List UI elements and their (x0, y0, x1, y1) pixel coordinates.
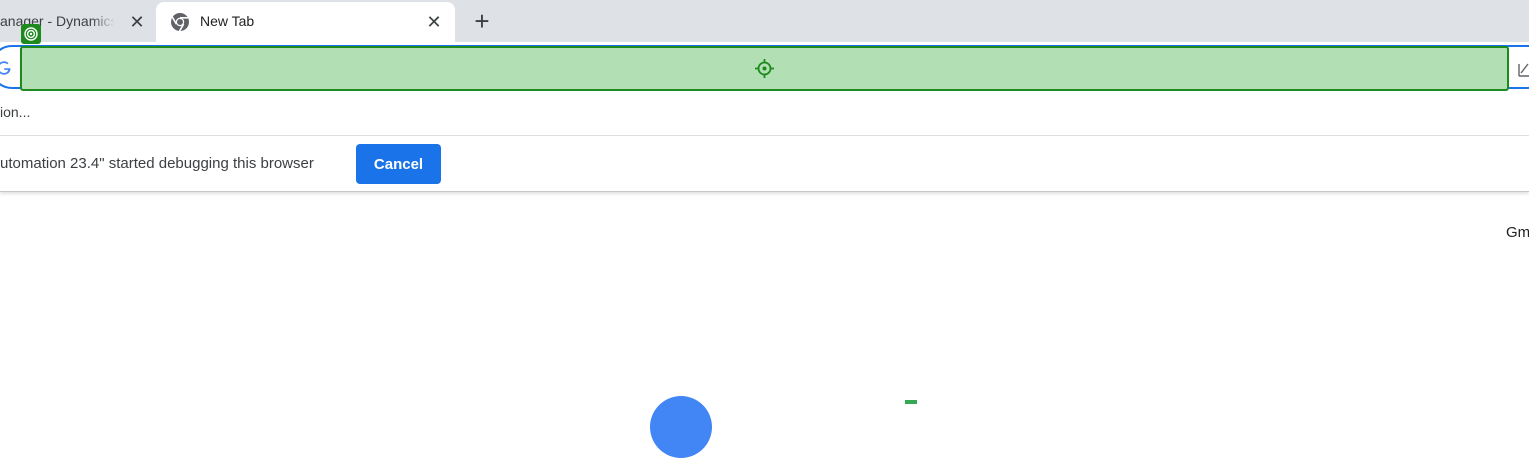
close-icon[interactable]: ✕ (127, 12, 147, 32)
target-marker-icon (21, 24, 41, 44)
tab-strip: anager - Dynamics ✕ New Tab ✕ + (0, 0, 1529, 42)
tab-new-tab[interactable]: New Tab ✕ (156, 2, 455, 42)
tab-title: anager - Dynamics (0, 13, 115, 29)
debugging-infobar: utomation 23.4" started debugging this b… (0, 136, 1529, 192)
bookmark-item[interactable]: ion... (0, 104, 30, 120)
infobar-message: utomation 23.4" started debugging this b… (0, 155, 314, 172)
cancel-button[interactable]: Cancel (356, 144, 441, 184)
tab-title: New Tab (200, 13, 255, 29)
crosshair-icon (755, 59, 774, 78)
gmail-link[interactable]: Gm (1506, 224, 1529, 241)
bookmark-bar: ion... (0, 92, 1529, 136)
chrome-icon (171, 13, 189, 32)
close-icon[interactable]: ✕ (424, 12, 444, 32)
edit-icon[interactable] (1517, 60, 1529, 78)
google-logo-fragment (650, 396, 712, 458)
google-g-icon (0, 61, 11, 75)
google-logo-fragment (905, 400, 917, 404)
new-tab-button[interactable]: + (468, 8, 496, 36)
